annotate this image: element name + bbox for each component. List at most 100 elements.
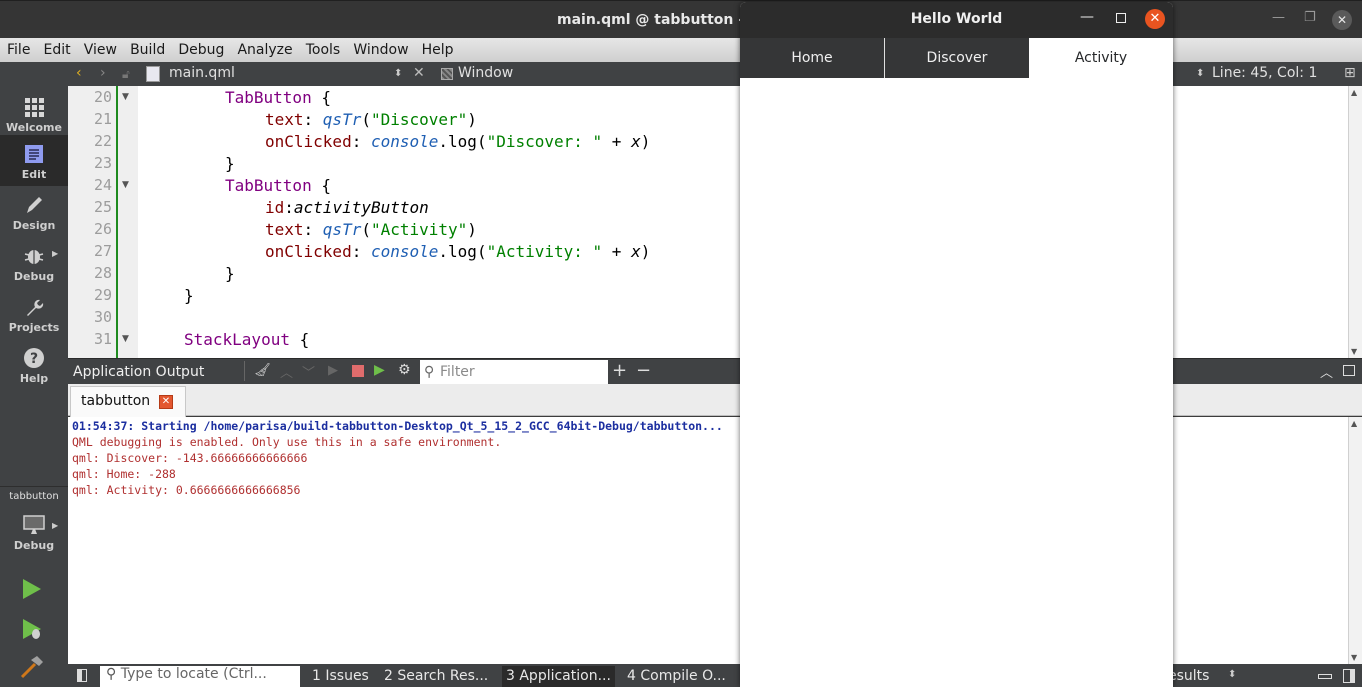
run-button[interactable] [20,577,44,605]
app-maximize-button[interactable] [1116,13,1126,23]
app-minimize-button[interactable]: — [1080,9,1094,25]
cursor-position[interactable]: Line: 45, Col: 1 [1212,65,1317,81]
close-file-button[interactable]: ✕ [413,65,425,81]
line-number: 24 [93,176,112,194]
scroll-up-icon[interactable]: ▲ [1351,88,1357,97]
code-line: text: qsTr("Activity") [265,220,477,239]
svg-text:?: ? [30,351,38,367]
symbol-selector[interactable]: Window [458,65,513,81]
stop-button[interactable] [352,365,364,377]
mode-design[interactable]: Design [0,186,68,237]
ide-close-button[interactable]: ✕ [1332,10,1352,30]
toggle-right-sidebar-icon[interactable] [1343,669,1355,683]
close-tab-icon[interactable]: ✕ [159,395,173,409]
pane-tab-test-results[interactable]: esults [1168,668,1209,684]
menu-debug[interactable]: Debug [178,38,224,58]
build-button[interactable] [18,654,46,684]
build-config-label: Debug [13,539,55,552]
pane-tab-compile-output[interactable]: 4 Compile O... [627,668,726,684]
line-number: 23 [93,154,112,172]
clear-output-icon[interactable]: 🧹︎ [254,363,271,378]
previous-item-button[interactable]: ︿ [280,362,293,381]
code-token: "Discover: " [486,132,603,151]
code-line: TabButton { [225,88,331,107]
fold-arrow-icon[interactable]: ▼ [122,180,129,190]
split-editor-icon[interactable]: ⊞ [1344,65,1356,81]
zoom-out-button[interactable]: − [636,360,651,381]
output-line: qml: Home: -288 [72,467,176,481]
menu-help[interactable]: Help [422,38,454,58]
qml-file-icon [146,66,160,82]
tab-activity[interactable]: Activity [1029,38,1173,78]
menu-analyze[interactable]: Analyze [237,38,292,58]
maximize-pane-button[interactable]: ︿ [1320,362,1333,381]
filter-input[interactable]: ⚲ Filter [420,360,608,384]
hammer-icon [20,656,43,679]
code-line: id:activityButton [265,198,429,217]
ide-restore-button[interactable]: ❐ [1304,10,1316,25]
pane-tab-search-results[interactable]: 2 Search Res... [384,668,488,684]
mode-debug[interactable]: Debug ▶ [0,237,68,288]
editor-scrollbar[interactable]: ▲ ▼ [1348,86,1362,358]
code-token: + [602,132,632,151]
output-tab-tabbutton[interactable]: tabbutton ✕ [70,386,186,417]
menu-view[interactable]: View [84,38,117,58]
mode-label: Projects [8,321,60,334]
code-token: qsTr [322,110,362,129]
toolbar-divider [244,361,245,381]
pane-selector-arrows-icon[interactable]: ⬍ [1228,669,1236,680]
fold-arrow-icon[interactable]: ▼ [122,334,129,344]
output-scrollbar[interactable]: ▲ ▼ [1348,417,1362,664]
mode-edit[interactable]: Edit [0,135,68,186]
tab-discover[interactable]: Discover [885,38,1029,78]
pane-tab-application-output[interactable]: 3 Application... [502,666,615,687]
code-token: TabButton [225,88,312,107]
scroll-down-icon[interactable]: ▼ [1351,653,1357,662]
attach-debugger-button[interactable]: ▶ [374,362,385,378]
wrench-icon [27,299,44,316]
mode-label: Welcome [6,121,62,134]
next-item-button[interactable]: ﹀ [302,362,315,381]
open-file-name[interactable]: main.qml [169,65,235,81]
file-selector-arrows-icon[interactable]: ⬍ [394,68,402,79]
menu-tools[interactable]: Tools [306,38,341,58]
menu-window[interactable]: Window [353,38,408,58]
app-tab-bar: Home Discover Activity [740,38,1173,78]
mode-projects[interactable]: Projects [0,288,68,339]
scroll-down-icon[interactable]: ▼ [1351,347,1357,356]
zoom-in-button[interactable]: + [612,360,627,381]
mode-help[interactable]: ? Help [0,339,68,390]
scroll-up-icon[interactable]: ▲ [1351,419,1357,428]
rerun-button[interactable]: ▶ [328,363,338,378]
tab-home[interactable]: Home [740,38,884,78]
mode-welcome[interactable]: Welcome [0,88,68,139]
locator-input[interactable]: ⚲ Type to locate (Ctrl... [100,666,300,687]
output-line: 01:54:37: Starting /home/parisa/build-ta… [72,419,723,433]
code-line: onClicked: console.log("Activity: " + x) [265,242,651,261]
search-icon: ⚲ [106,666,121,682]
menu-edit[interactable]: Edit [44,38,71,58]
code-line: } [184,286,194,305]
hide-pane-button[interactable] [1343,365,1355,376]
toggle-sidebar-icon[interactable] [77,669,87,682]
forward-button[interactable]: › [100,65,106,81]
progress-details-icon[interactable] [1318,674,1332,679]
menu-build[interactable]: Build [130,38,165,58]
symbol-selector-arrows-icon[interactable]: ⬍ [1196,68,1204,79]
menu-file[interactable]: File [7,38,30,58]
output-line: qml: Discover: -143.66666666666666 [72,451,308,465]
line-number: 30 [93,308,112,326]
kit-selector[interactable]: Debug ▶ [0,506,68,558]
debug-run-button[interactable] [20,617,44,645]
output-pane-title: Application Output [73,364,205,380]
pane-tab-issues[interactable]: 1 Issues [312,668,369,684]
fold-arrow-icon[interactable]: ▼ [122,92,129,102]
settings-gear-icon[interactable]: ⚙ [398,362,411,378]
app-titlebar[interactable]: Hello World — ✕ [740,2,1173,38]
back-button[interactable]: ‹ [76,65,82,81]
code-token: "Discover" [370,110,468,129]
grid-icon [25,98,44,117]
app-close-button[interactable]: ✕ [1145,9,1165,29]
ide-minimize-button[interactable]: — [1272,10,1285,25]
debug-run-icon [23,619,41,639]
